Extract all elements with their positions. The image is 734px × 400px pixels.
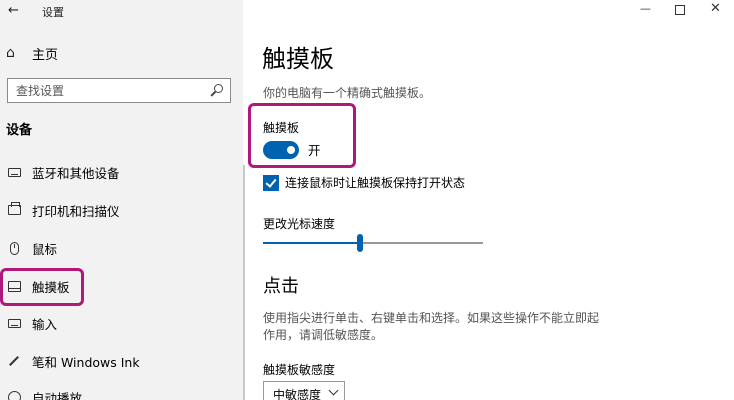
cursor-speed-slider[interactable] <box>263 232 483 254</box>
touchpad-toggle-label: 触摸板 <box>263 121 300 135</box>
keep-on-with-mouse-option[interactable]: 连接鼠标时让触摸板保持打开状态 <box>263 174 465 191</box>
toggle-state-label: 开 <box>308 143 321 158</box>
sidebar-item-label: 鼠标 <box>32 241 58 257</box>
sidebar-item-label: 主页 <box>32 47 59 63</box>
tap-description: 使用指尖进行单击、右键单击和选择。如果这些操作不能立即起作用，请调低敏感度。 <box>263 311 600 342</box>
close-button[interactable]: ✕ <box>710 1 721 16</box>
search-placeholder: 查找设置 <box>16 84 65 98</box>
scrollbar[interactable] <box>243 165 245 400</box>
sensitivity-dropdown[interactable]: 中敏感度 <box>263 381 345 400</box>
maximize-button[interactable] <box>675 5 685 15</box>
sensitivity-label: 触摸板敏感度 <box>263 363 336 377</box>
section-header: 设备 <box>6 123 33 138</box>
chevron-down-icon <box>328 385 339 396</box>
sidebar-item-label: 打印机和扫描仪 <box>32 203 120 219</box>
keyboard-icon <box>6 315 22 331</box>
page-title: 触摸板 <box>262 45 334 73</box>
sidebar-item-printers[interactable]: 打印机和扫描仪 <box>6 199 120 221</box>
page-description: 你的电脑有一个精确式触摸板。 <box>263 86 432 100</box>
home-icon: ⌂ <box>6 45 15 61</box>
mouse-icon <box>6 240 22 256</box>
back-arrow-icon[interactable]: ← <box>8 3 24 19</box>
cursor-speed-label: 更改光标速度 <box>263 217 336 231</box>
sensitivity-value: 中敏感度 <box>273 387 322 400</box>
search-icon[interactable] <box>210 83 224 98</box>
sidebar-item-bluetooth[interactable]: 蓝牙和其他设备 <box>6 161 120 183</box>
sidebar-item-label: 输入 <box>32 316 58 332</box>
pen-icon <box>6 353 22 369</box>
sidebar-item-label: 自动播放 <box>32 390 83 400</box>
minimize-button[interactable]: — <box>640 2 651 15</box>
highlight-box-touchpad-nav <box>0 268 84 306</box>
sidebar-item-label: 蓝牙和其他设备 <box>32 165 120 181</box>
sidebar-item-mouse[interactable]: 鼠标 <box>6 237 57 259</box>
search-input[interactable]: 查找设置 <box>7 78 231 103</box>
sidebar-item-home[interactable]: ⌂ 主页 <box>6 43 58 63</box>
sidebar-item-autoplay[interactable]: 自动播放 <box>6 386 82 400</box>
window-title: 设置 <box>42 6 64 19</box>
touchpad-toggle[interactable]: 开 <box>263 140 321 159</box>
slider-thumb[interactable] <box>357 234 363 252</box>
toggle-switch[interactable] <box>263 140 299 159</box>
autoplay-icon <box>6 389 22 400</box>
sidebar-item-typing[interactable]: 输入 <box>6 312 57 334</box>
checkbox-label: 连接鼠标时让触摸板保持打开状态 <box>285 176 466 190</box>
keep-on-checkbox[interactable] <box>263 174 279 191</box>
tap-section-header: 点击 <box>263 276 299 297</box>
sidebar: ← 设置 ⌂ 主页 查找设置 设备 蓝牙和其他设备 打印机和扫描仪 鼠标 触摸板… <box>0 0 243 400</box>
printer-icon <box>6 202 22 218</box>
sidebar-item-label: 笔和 Windows Ink <box>32 354 140 370</box>
slider-fill <box>263 242 360 244</box>
keyboard-icon <box>6 164 22 180</box>
sidebar-item-pen[interactable]: 笔和 Windows Ink <box>6 350 140 372</box>
